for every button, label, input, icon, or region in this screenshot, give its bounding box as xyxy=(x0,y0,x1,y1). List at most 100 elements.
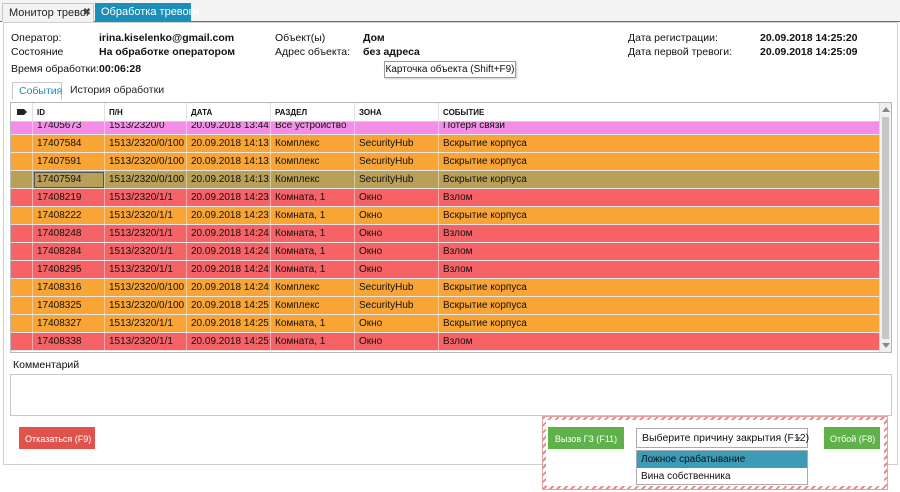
cell-camera xyxy=(11,171,33,189)
cell-date: 20.09.2018 14:25: xyxy=(187,333,271,351)
cell-id: 17408222 xyxy=(33,207,105,225)
cell-camera xyxy=(11,333,33,351)
cell-date: 20.09.2018 14:24: xyxy=(187,279,271,297)
scrollbar-thumb[interactable] xyxy=(882,117,889,339)
object-value[interactable]: Дом xyxy=(363,32,385,45)
camera-icon xyxy=(17,109,27,115)
scroll-down-arrow-icon[interactable] xyxy=(882,343,890,348)
cell-zone: SecurityHub xyxy=(355,297,439,315)
cell-event: Взлом xyxy=(439,333,880,351)
cell-id: 17405673 xyxy=(33,122,105,135)
state-value: На обработке оператором xyxy=(99,46,236,58)
registration-date-value: 20.09.2018 14:25:20 xyxy=(760,32,858,44)
cell-camera xyxy=(11,122,33,135)
cell-id: 17408338 xyxy=(33,333,105,351)
comment-input[interactable] xyxy=(10,374,892,416)
table-row[interactable]: 17408222 1513/2320/1/1 20.09.2018 14:23: Ко… xyxy=(11,207,880,225)
table-row[interactable]: 17405673 1513/2320/0 20.09.2018 13:44: Все … xyxy=(11,122,880,135)
cell-zone: Окно xyxy=(355,261,439,279)
cell-pn: 1513/2320/1/1 xyxy=(105,207,187,225)
cell-date: 20.09.2018 14:13: xyxy=(187,153,271,171)
cell-camera xyxy=(11,261,33,279)
table-row[interactable]: 17408248 1513/2320/1/1 20.09.2018 14:24: Ко… xyxy=(11,225,880,243)
cell-id: 17408325 xyxy=(33,297,105,315)
chevron-down-icon[interactable] xyxy=(795,437,801,441)
cell-zone: Окно xyxy=(355,189,439,207)
column-header-section[interactable]: РАЗДЕЛ xyxy=(271,103,355,122)
column-header-zone[interactable]: ЗОНА xyxy=(355,103,439,122)
registration-date-label: Дата регистрации: xyxy=(628,32,718,44)
cell-id: 17408295 xyxy=(33,261,105,279)
cell-zone: Окно xyxy=(355,315,439,333)
close-icon[interactable]: ✖ xyxy=(83,4,91,22)
cell-section: Комната, 1 xyxy=(271,189,355,207)
table-row[interactable]: 17408284 1513/2320/1/1 20.09.2018 14:24: Ко… xyxy=(11,243,880,261)
reject-alarm-button[interactable]: Отбой (F8) xyxy=(824,427,880,449)
cell-camera xyxy=(11,315,33,333)
cell-id: 17408284 xyxy=(33,243,105,261)
cell-zone: SecurityHub xyxy=(355,279,439,297)
cell-date: 20.09.2018 14:25: xyxy=(187,315,271,333)
cell-event: Вскрытие корпуса xyxy=(439,315,880,333)
time-value: 00:06:28 xyxy=(99,63,142,75)
table-row[interactable]: 17407591 1513/2320/0/100 20.09.2018 14:13:… xyxy=(11,153,880,171)
window-tab-bar: Монитор тревог ✖ Обработка тревоги xyxy=(0,0,900,22)
cell-date: 20.09.2018 13:44: xyxy=(187,122,271,135)
cell-date: 20.09.2018 14:24: xyxy=(187,261,271,279)
close-reason-select[interactable]: Выберите причину закрытия (F12) xyxy=(636,428,810,448)
cell-zone: SecurityHub xyxy=(355,171,439,189)
column-header-date[interactable]: ДАТА xyxy=(187,103,271,122)
cell-section: Все устройство xyxy=(271,122,355,135)
table-row[interactable]: 17407584 1513/2320/0/100 20.09.2018 14:13:… xyxy=(11,135,880,153)
cell-pn: 1513/2320/0/100 xyxy=(105,171,187,189)
cell-pn: 1513/2320/0 xyxy=(105,122,187,135)
first-alarm-date-value: 20.09.2018 14:25:09 xyxy=(760,46,858,58)
operator-value: irina.kiselenko@gmail.com xyxy=(99,32,235,44)
table-row[interactable]: 17408338 1513/2320/1/1 20.09.2018 14:25: Ко… xyxy=(11,333,880,351)
table-row[interactable]: 17408325 1513/2320/0/100 20.09.2018 14:25:… xyxy=(11,297,880,315)
cell-camera xyxy=(11,189,33,207)
scroll-up-arrow-icon[interactable] xyxy=(882,107,890,112)
cell-event: Взлом xyxy=(439,243,880,261)
cell-date: 20.09.2018 14:13: xyxy=(187,171,271,189)
cell-date: 20.09.2018 14:23: xyxy=(187,189,271,207)
column-header-event[interactable]: СОБЫТИЕ xyxy=(439,103,880,122)
table-row[interactable]: 17408295 1513/2320/1/1 20.09.2018 14:24: Ко… xyxy=(11,261,880,279)
first-alarm-date-label: Дата первой тревоги: xyxy=(628,46,733,58)
close-reason-option-owner-fault[interactable]: Вина собственника xyxy=(637,468,807,485)
cell-id: 17407594 xyxy=(33,171,105,189)
cell-pn: 1513/2320/1/1 xyxy=(105,333,187,351)
cell-zone: Окно xyxy=(355,243,439,261)
address-value: без адреса xyxy=(363,46,420,58)
column-header-id[interactable]: ID xyxy=(33,103,105,122)
cell-pn: 1513/2320/1/1 xyxy=(105,315,187,333)
table-row[interactable]: 17408327 1513/2320/1/1 20.09.2018 14:25: Ко… xyxy=(11,315,880,333)
address-label: Адрес объекта: xyxy=(275,46,351,58)
tab-events[interactable]: События xyxy=(12,82,62,100)
cell-event: Вскрытие корпуса xyxy=(439,207,880,225)
events-table: ID П/Н ДАТА РАЗДЕЛ ЗОНА СОБЫТИЕ 17405673… xyxy=(10,102,892,353)
cell-event: Вскрытие корпуса xyxy=(439,297,880,315)
cell-id: 17408219 xyxy=(33,189,105,207)
cell-id: 17408327 xyxy=(33,315,105,333)
tab-alarm-monitor[interactable]: Монитор тревог ✖ xyxy=(2,3,94,22)
close-reason-selected: Выберите причину закрытия (F12) xyxy=(642,432,810,444)
close-reason-dropdown: Ложное срабатывание Вина собственника xyxy=(636,450,808,485)
close-reason-option-false-alarm[interactable]: Ложное срабатывание xyxy=(637,451,807,468)
tab-processing-history[interactable]: История обработки xyxy=(64,82,174,100)
refuse-button[interactable]: Отказаться (F9) xyxy=(19,427,95,449)
table-row[interactable]: 17408219 1513/2320/1/1 20.09.2018 14:23: Ко… xyxy=(11,189,880,207)
column-header-pn[interactable]: П/Н xyxy=(105,103,187,122)
table-row[interactable]: 17408316 1513/2320/0/100 20.09.2018 14:24:… xyxy=(11,279,880,297)
cell-event: Взлом xyxy=(439,261,880,279)
cell-event: Вскрытие корпуса xyxy=(439,153,880,171)
call-response-team-button[interactable]: Вызов ГЗ (F11) xyxy=(548,427,624,449)
column-header-camera[interactable] xyxy=(11,103,33,122)
cell-pn: 1513/2320/0/100 xyxy=(105,135,187,153)
cell-zone: SecurityHub xyxy=(355,153,439,171)
cell-event: Взлом xyxy=(439,225,880,243)
cell-camera xyxy=(11,225,33,243)
table-row[interactable]: 17407594 1513/2320/0/100 20.09.2018 14:13:… xyxy=(11,171,880,189)
tab-alarm-processing[interactable]: Обработка тревоги xyxy=(95,3,199,22)
table-vertical-scrollbar[interactable] xyxy=(879,103,891,352)
